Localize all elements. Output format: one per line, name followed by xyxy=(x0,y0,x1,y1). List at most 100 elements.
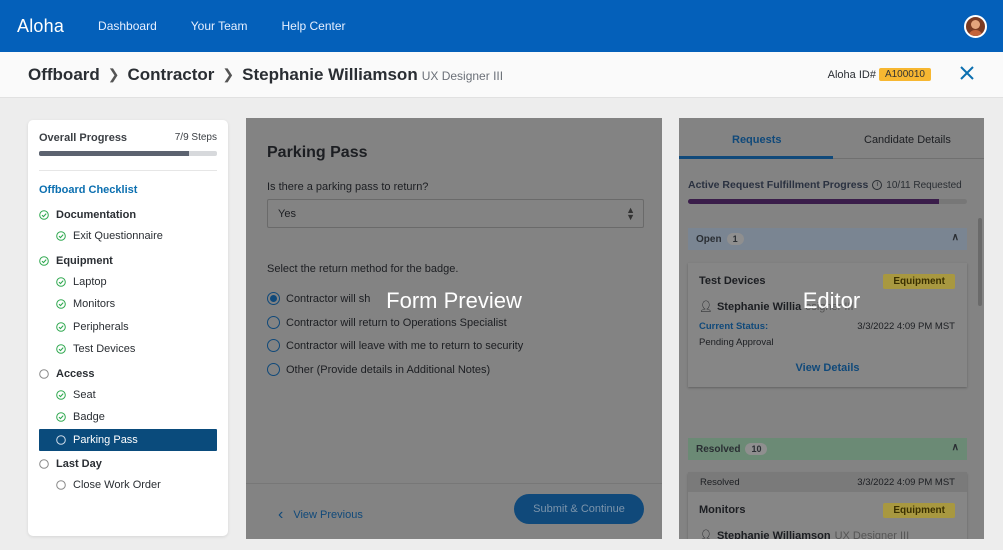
divider xyxy=(39,170,217,171)
nav-dashboard[interactable]: Dashboard xyxy=(98,19,157,33)
checklist-item[interactable]: Close Work Order xyxy=(39,474,217,497)
group-label: Access xyxy=(56,367,95,380)
checklist-item[interactable]: Seat xyxy=(39,384,217,407)
item-label: Parking Pass xyxy=(73,433,138,446)
overall-progress-fill xyxy=(39,151,189,156)
person-role: UX Designer III xyxy=(421,69,504,83)
circle-icon xyxy=(39,459,49,469)
radio-option[interactable]: Other (Provide details in Additional Not… xyxy=(267,363,490,376)
breadcrumb-contractor[interactable]: Contractor xyxy=(128,65,215,85)
view-previous-link[interactable]: ‹ View Previous xyxy=(278,506,363,524)
category-tag: Equipment xyxy=(883,274,955,289)
tab-requests[interactable]: Requests xyxy=(732,134,782,146)
status-label: Current Status: xyxy=(699,321,769,332)
submit-continue-button[interactable]: Submit & Continue xyxy=(514,494,644,524)
radio-button[interactable] xyxy=(267,363,280,376)
fulfillment-progress-bar xyxy=(688,199,967,204)
form-question: Is there a parking pass to return? xyxy=(267,181,429,193)
checklist-item[interactable]: Monitors xyxy=(39,293,217,316)
group-label: Last Day xyxy=(56,458,102,470)
group-label: Equipment xyxy=(56,254,113,267)
radio-button[interactable] xyxy=(267,316,280,329)
checklist-item[interactable]: Parking Pass xyxy=(39,428,217,451)
editor-tabs: Requests Candidate Details xyxy=(679,118,984,159)
nav-help-center[interactable]: Help Center xyxy=(281,19,345,33)
nav-your-team[interactable]: Your Team xyxy=(191,19,248,33)
check-circle-icon xyxy=(56,344,66,355)
person-icon: 👤︎ xyxy=(699,530,713,539)
resolved-section-header[interactable]: Resolved 10 ∧ xyxy=(688,438,967,460)
select-chevron-icon: ▲ ▼ xyxy=(626,205,635,222)
select-value: Yes xyxy=(278,208,296,220)
status-date: 3/3/2022 4:09 PM MST xyxy=(857,321,955,332)
app-logo[interactable]: Aloha xyxy=(17,16,64,37)
item-label: Monitors xyxy=(73,298,116,311)
item-label: Peripherals xyxy=(73,320,129,333)
check-circle-icon xyxy=(39,255,49,266)
fulfillment-progress-fill xyxy=(688,199,940,204)
checklist-item[interactable]: Exit Questionnaire xyxy=(39,225,217,248)
status-value: Pending Approval xyxy=(699,337,774,348)
category-tag: Equipment xyxy=(883,503,955,518)
open-section-header[interactable]: Open 1 ∧ xyxy=(688,228,967,250)
item-label: Close Work Order xyxy=(73,479,161,492)
view-previous-label: View Previous xyxy=(293,509,363,521)
breadcrumb-person-name: Stephanie Williamson xyxy=(242,64,418,84)
circle-icon xyxy=(56,434,66,445)
checklist-group[interactable]: Equipment xyxy=(39,251,217,271)
form-question-2: Select the return method for the badge. xyxy=(267,263,459,275)
check-circle-icon xyxy=(56,299,66,310)
item-label: Laptop xyxy=(73,275,107,288)
radio-option[interactable]: Contractor will leave with me to return … xyxy=(267,339,523,352)
check-circle-icon xyxy=(56,412,66,423)
checklist: Documentation Exit Questionnaire Equipment… xyxy=(39,205,217,497)
check-circle-icon xyxy=(56,389,66,400)
active-tab-indicator xyxy=(679,156,833,159)
form-title: Parking Pass xyxy=(267,144,368,161)
checklist-item[interactable]: Laptop xyxy=(39,271,217,294)
progress-steps: 7/9 Steps xyxy=(174,132,217,143)
view-details-link[interactable]: View Details xyxy=(688,362,967,374)
group-label: Documentation xyxy=(56,209,137,221)
form-footer-divider xyxy=(246,483,662,484)
checklist-group[interactable]: Access xyxy=(39,364,217,384)
check-circle-icon xyxy=(56,231,66,242)
person-role: UX Designer III xyxy=(834,529,910,540)
breadcrumb-offboard[interactable]: Offboard xyxy=(28,65,100,85)
checklist-item[interactable]: Test Devices xyxy=(39,338,217,361)
checklist-item[interactable]: Peripherals xyxy=(39,316,217,339)
request-title: Monitors xyxy=(699,504,746,516)
page-header: Offboard ❯ Contractor ❯ Stephanie Willia… xyxy=(0,52,1003,98)
checklist-group[interactable]: Last Day xyxy=(39,454,217,474)
fulfillment-progress-header: Active Request Fulfillment Progress i 10… xyxy=(688,179,962,191)
circle-icon xyxy=(39,368,49,379)
circle-icon xyxy=(56,480,66,491)
fulfillment-label: Active Request Fulfillment Progress xyxy=(688,179,869,191)
request-person: 👤︎ Stephanie Williamson UX Designer III xyxy=(699,529,910,540)
info-icon[interactable]: i xyxy=(872,180,883,190)
checklist-item[interactable]: Badge xyxy=(39,406,217,429)
checklist-group[interactable]: Documentation xyxy=(39,205,217,225)
chevron-up-icon[interactable]: ∧ xyxy=(952,442,959,453)
chevron-right-icon: ❯ xyxy=(107,66,120,82)
chevron-up-icon[interactable]: ∧ xyxy=(952,232,959,243)
tab-candidate-details[interactable]: Candidate Details xyxy=(864,134,951,146)
radio-option[interactable]: Contractor will return to Operations Spe… xyxy=(267,316,507,329)
resolved-count-badge: 10 xyxy=(745,443,768,455)
aloha-id: Aloha ID# A100010 xyxy=(828,68,931,81)
radio-label: Contractor will leave with me to return … xyxy=(286,339,524,352)
check-circle-icon xyxy=(39,210,49,220)
user-avatar[interactable] xyxy=(964,15,987,38)
parking-pass-select[interactable]: Yes ▲ ▼ xyxy=(267,199,644,228)
resolved-label: Resolved xyxy=(696,443,741,455)
overall-progress-bar xyxy=(39,151,217,156)
radio-label: Other (Provide details in Additional Not… xyxy=(286,363,491,376)
editor-panel: Editor Requests Candidate Details Active… xyxy=(679,118,984,539)
radio-label: Contractor will return to Operations Spe… xyxy=(286,316,507,329)
aloha-id-badge: A100010 xyxy=(878,68,931,81)
form-preview-panel: Form Preview Parking Pass Is there a par… xyxy=(246,118,662,539)
open-count-badge: 1 xyxy=(726,233,744,245)
aloha-id-label: Aloha ID# xyxy=(827,68,876,81)
close-icon[interactable] xyxy=(959,65,975,81)
radio-button[interactable] xyxy=(267,339,280,352)
